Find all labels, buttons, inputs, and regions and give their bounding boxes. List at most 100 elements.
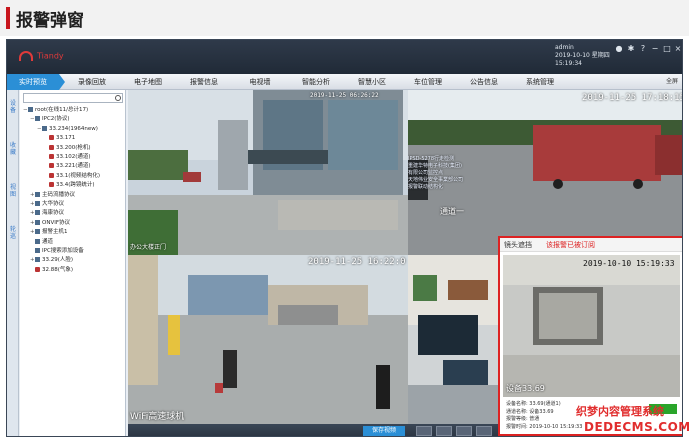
tree-node-label: 32.88(气象) (42, 266, 74, 273)
tile-3-timestamp: 2019-11-25 16:22:0 (308, 257, 406, 267)
camera-icon (49, 144, 54, 150)
tile-3-label: WiFi高速球机 (130, 412, 185, 422)
tree-node[interactable]: 33.4(跨镜统计) (44, 181, 95, 190)
fullscreen-button[interactable]: 全屏 (666, 74, 678, 90)
tree-node[interactable]: 32.88(气象) (30, 266, 73, 275)
tile-4-label: 通道一 (440, 207, 464, 216)
menu-notice[interactable]: 公告信息 (461, 74, 507, 90)
article-heading: 报警弹窗 (0, 0, 689, 36)
tree-search-input[interactable] (23, 93, 123, 103)
tree-node[interactable]: − root(在线11/总计17) (23, 106, 88, 115)
alarm-video-frame (503, 255, 680, 397)
video-tile-1[interactable]: 2019-11-25 06:26:22 办公大楼正门 (128, 90, 408, 255)
tree-node-label: 主码流播协议 (42, 191, 76, 198)
alarm-type: 镜头遮挡 (504, 241, 532, 249)
alarm-details: 设备名称: 33.69(通道1) 通道名称: 设备33.69 报警等级: 普通 … (506, 401, 582, 431)
close-icon[interactable]: × (674, 45, 682, 53)
tree-node[interactable]: IPC搜索添加设备 (30, 247, 84, 256)
watermark-en: DEDECMS.COM (584, 420, 689, 434)
tree-node[interactable]: 33.200(枪机) (44, 144, 91, 153)
menu-emap[interactable]: 电子地图 (125, 74, 171, 90)
camera-icon (49, 172, 54, 178)
maximize-icon[interactable]: □ (663, 45, 671, 53)
tree-node[interactable]: −33.234(1964new) (37, 125, 98, 134)
info-icon[interactable]: ? (639, 45, 647, 53)
main-menu: 实时预览 录像回放 电子地图 报警信息 电视墙 智能分析 智慧小区 车位管理 公… (7, 74, 682, 90)
vtab-favorites[interactable]: 收藏 (8, 142, 18, 156)
alarm-level: 报警等级: 普通 (506, 416, 540, 422)
tree-node[interactable]: +33.29(人脸) (30, 256, 73, 265)
tile-4-overlay-text: IPSD-5278行走检测 重建华特电子科技(集团) 有限公司监控点 天地伟业安… (408, 156, 464, 190)
tree-node-label: 报警主机1 (42, 229, 68, 236)
fullscreen-video-button[interactable] (476, 426, 492, 436)
current-date: 2019-10-10 星期四 (555, 52, 610, 59)
device-icon (35, 116, 40, 122)
tree-node-label: IPC搜索添加设备 (42, 248, 84, 254)
tree-node-label: IPC2(协议) (42, 116, 70, 123)
tree-node[interactable]: + 报警主机1 (30, 228, 68, 237)
tree-node[interactable]: 通道 (30, 238, 53, 247)
tree-node-label: root(在线11/总计17) (35, 107, 89, 113)
tree-node-label: 33.4(跨镜统计) (56, 182, 95, 189)
logo-icon (19, 51, 33, 61)
tree-node-label: 33.234(1964new) (49, 125, 98, 132)
alarm-time: 报警时间: 2019-10-10 15:19:33 (506, 423, 583, 430)
tree-node[interactable]: 33.171 (44, 134, 75, 143)
tree-node[interactable]: 33.221(通道) (44, 162, 91, 171)
tree-node[interactable]: + 主码流播协议 (30, 191, 75, 200)
search-icon[interactable] (115, 95, 121, 101)
settings-icon[interactable]: ✱ (627, 45, 635, 53)
article-title: 报警弹窗 (16, 11, 84, 31)
menu-system[interactable]: 系统管理 (517, 74, 563, 90)
tree-node[interactable]: + ONVIF协议 (30, 219, 70, 228)
save-video-button[interactable]: 保存视频 (363, 426, 405, 436)
device-icon (35, 229, 40, 235)
camera-icon (49, 163, 54, 169)
menu-parking[interactable]: 车位管理 (405, 74, 451, 90)
capture-button[interactable] (436, 426, 452, 436)
layout-button[interactable] (456, 426, 472, 436)
tree-node-label: 大华协议 (42, 201, 65, 207)
tree-node[interactable]: 33.102(通道) (44, 153, 91, 162)
tree-node-label: 海康协议 (42, 210, 65, 217)
tree-node-label: 33.221(通道) (56, 163, 91, 170)
alarm-video-timestamp: 2019-10-10 15:19:33 (583, 259, 675, 268)
stop-button[interactable] (416, 426, 432, 436)
alarm-device-name: 设备名称: 33.69(通道1) (506, 401, 561, 407)
lock-icon[interactable]: ● (615, 45, 623, 53)
heading-accent-bar (6, 7, 10, 29)
tree-node-label: ONVIF协议 (42, 219, 70, 226)
tree-node-label: 通道 (42, 238, 54, 245)
tree-node-label: 33.171 (56, 135, 76, 142)
device-icon (35, 238, 40, 244)
menu-alarm-info[interactable]: 报警信息 (181, 74, 227, 90)
tree-node[interactable]: + 海康协议 (30, 209, 64, 218)
camera-icon (35, 266, 40, 272)
tree-node-label: 33.29(人脸) (42, 257, 74, 264)
vtab-patrol[interactable]: 轮巡 (8, 226, 18, 240)
vtab-views[interactable]: 视图 (8, 184, 18, 198)
menu-smart-community[interactable]: 智慧小区 (349, 74, 395, 90)
video-tile-4[interactable]: 通道一 IPSD-5278行走检测 重建华特电子科技(集团) 有限公司监控点 天… (408, 150, 498, 255)
tree-node-label: 33.1(视频结构化) (56, 172, 101, 179)
vtab-devices[interactable]: 设备 (8, 100, 18, 114)
menu-smart-analysis[interactable]: 智能分析 (293, 74, 339, 90)
tile-1-label: 办公大楼正门 (130, 244, 167, 251)
video-tile-5[interactable] (408, 255, 498, 425)
menu-tv-wall[interactable]: 电视墙 (237, 74, 283, 90)
tile-1-timestamp: 2019-11-25 06:26:22 (310, 92, 379, 99)
menu-live-view[interactable]: 实时预览 (7, 74, 65, 90)
menu-playback[interactable]: 录像回放 (69, 74, 115, 90)
tree-node[interactable]: + 大华协议 (30, 200, 64, 209)
tile-2-timestamp: 2019-11-25 17:18:15 (582, 93, 683, 103)
device-icon (35, 201, 40, 206)
video-frame-street (128, 255, 408, 425)
site-watermark: 织梦内容管理系统 DEDECMS.COM (576, 403, 689, 437)
user-info: admin 2019-10-10 星期四 15:19:34 (555, 44, 610, 68)
minimize-icon[interactable]: − (651, 45, 659, 53)
tree-node[interactable]: − IPC2(协议) (30, 115, 70, 124)
tree-node[interactable]: 33.1(视频结构化) (44, 172, 100, 181)
alarm-video[interactable]: 2019-10-10 15:19:33 设备33.69 (503, 255, 680, 397)
video-tile-3[interactable]: 2019-11-25 16:22:0 WiFi高速球机 (128, 255, 408, 425)
tree-node-label: 33.102(通道) (56, 154, 91, 160)
